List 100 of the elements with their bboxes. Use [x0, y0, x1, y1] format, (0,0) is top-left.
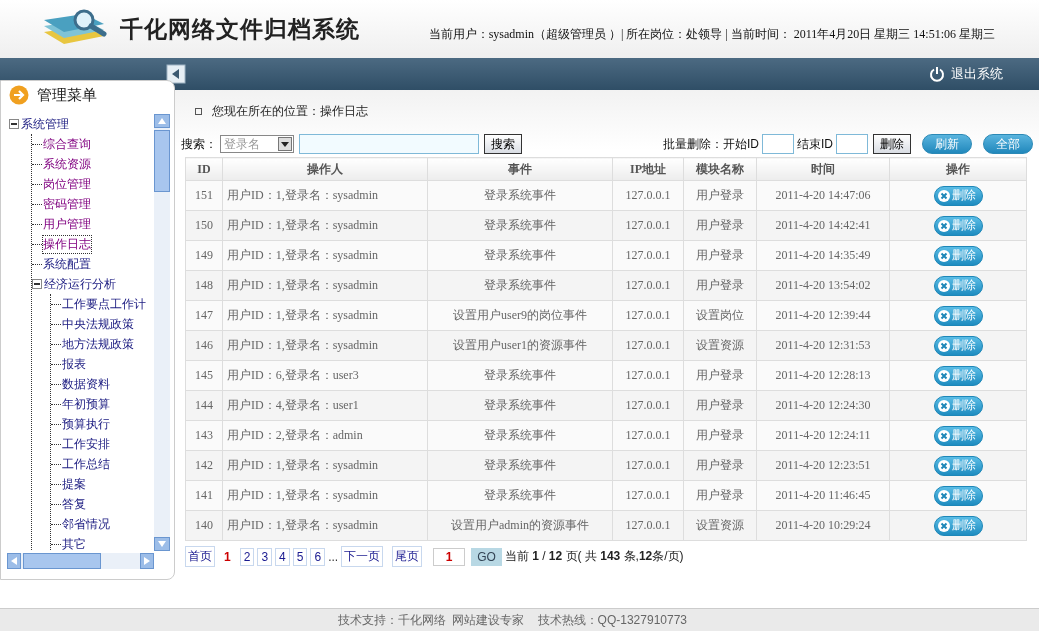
tree-item[interactable]: 系统配置 — [43, 255, 91, 273]
start-id-label: 批量删除：开始ID — [663, 135, 759, 153]
tree-item[interactable]: 密码管理 — [43, 195, 91, 213]
start-id-field[interactable] — [762, 134, 794, 154]
tree-item[interactable]: 综合查询 — [43, 135, 91, 153]
close-icon — [937, 279, 950, 292]
batch-delete-button[interactable]: 删除 — [873, 134, 911, 154]
close-icon — [937, 489, 950, 502]
close-icon — [937, 369, 950, 382]
tree-item[interactable]: 地方法规政策 — [62, 335, 134, 353]
table-cell: 设置用户admin的资源事件 — [427, 510, 613, 541]
table-cell: 144 — [185, 390, 223, 421]
scroll-up-icon[interactable] — [158, 118, 166, 124]
table-cell: 2011-4-20 12:39:44 — [756, 300, 890, 331]
collapse-icon[interactable] — [166, 64, 186, 84]
first-page-link[interactable]: 首页 — [185, 546, 215, 567]
table-cell: 127.0.0.1 — [612, 180, 684, 211]
table-cell: 用户登录 — [683, 420, 757, 451]
tree-item[interactable]: 用户管理 — [43, 215, 91, 233]
table-cell: 2011-4-20 14:35:49 — [756, 240, 890, 271]
tree-item[interactable]: 年初预算 — [62, 395, 110, 413]
tree-item[interactable]: 系统资源 — [43, 155, 91, 173]
scroll-thumb[interactable] — [23, 553, 101, 569]
table-cell: 登录系统事件 — [427, 480, 613, 511]
table-cell: 登录系统事件 — [427, 390, 613, 421]
table-cell: 127.0.0.1 — [612, 300, 684, 331]
table-cell: 2011-4-20 14:42:41 — [756, 210, 890, 241]
page-link[interactable]: 5 — [292, 547, 308, 566]
tree-item[interactable]: 其它 — [62, 535, 86, 551]
table-cell: 127.0.0.1 — [612, 510, 684, 541]
app-title: 千化网络文件归档系统 — [120, 14, 360, 44]
tree-item[interactable]: 数据资料 — [62, 375, 110, 393]
table-cell: 用户ID：2,登录名：admin — [222, 420, 428, 451]
collapse-toggle-icon[interactable] — [32, 279, 42, 289]
scroll-thumb[interactable] — [154, 130, 170, 192]
last-page-link[interactable]: 尾页 — [392, 546, 423, 567]
tree-item[interactable]: 中央法规政策 — [62, 315, 134, 333]
table-cell: 2011-4-20 12:23:51 — [756, 450, 890, 481]
table-cell: 145 — [185, 360, 223, 391]
table-cell: 登录系统事件 — [427, 210, 613, 241]
table-cell: 用户登录 — [683, 210, 757, 241]
tree-item[interactable]: 系统管理 — [21, 115, 69, 133]
table-cell: 2011-4-20 12:28:13 — [756, 360, 890, 391]
collapse-toggle-icon[interactable] — [9, 119, 19, 129]
table-cell: 151 — [185, 180, 223, 211]
end-id-field[interactable] — [836, 134, 868, 154]
close-icon — [937, 309, 950, 322]
page-link[interactable]: 2 — [239, 547, 255, 566]
page-link[interactable]: 3 — [257, 547, 273, 566]
search-field[interactable] — [299, 134, 479, 154]
table-cell: 用户ID：1,登录名：sysadmin — [222, 270, 428, 301]
table-cell: 登录系统事件 — [427, 240, 613, 271]
table-cell: 用户ID：1,登录名：sysadmin — [222, 450, 428, 481]
scroll-down-icon[interactable] — [158, 541, 166, 547]
menu-title: 管理菜单 — [37, 85, 97, 105]
table-cell: 127.0.0.1 — [612, 480, 684, 511]
vertical-scrollbar[interactable] — [154, 114, 170, 551]
power-icon — [929, 66, 945, 82]
page-link[interactable]: 6 — [310, 547, 326, 566]
table-cell: 127.0.0.1 — [612, 390, 684, 421]
table-cell: 150 — [185, 210, 223, 241]
table-cell: 127.0.0.1 — [612, 210, 684, 241]
tree-item[interactable]: 报表 — [62, 355, 86, 373]
table-cell: 用户ID：1,登录名：sysadmin — [222, 300, 428, 331]
table-cell: 140 — [185, 510, 223, 541]
table-cell: 用户ID：1,登录名：sysadmin — [222, 240, 428, 271]
ellipsis: ... — [328, 549, 339, 564]
logout-link[interactable]: 退出系统 — [929, 65, 1003, 83]
tree-item[interactable]: 工作要点工作计 — [62, 295, 146, 313]
tree-item[interactable]: 预算执行 — [62, 415, 110, 433]
table-cell: 146 — [185, 330, 223, 361]
table-cell: 用户登录 — [683, 270, 757, 301]
tree-item[interactable]: 提案 — [62, 475, 86, 493]
search-button[interactable]: 搜索 — [484, 134, 522, 154]
breadcrumb: 您现在所在的位置：操作日志 — [212, 102, 368, 120]
go-button[interactable]: GO — [471, 547, 502, 566]
table-cell: 2011-4-20 12:31:53 — [756, 330, 890, 361]
tree-item[interactable]: 工作总结 — [62, 455, 110, 473]
tree-item[interactable]: 工作安排 — [62, 435, 110, 453]
horizontal-scrollbar[interactable] — [7, 553, 154, 569]
scroll-right-icon[interactable] — [144, 557, 150, 565]
table-cell: 用户登录 — [683, 180, 757, 211]
table-cell: 用户ID：1,登录名：sysadmin — [222, 210, 428, 241]
close-icon — [937, 399, 950, 412]
page-input[interactable]: 1 — [433, 547, 466, 566]
column-header: ID — [185, 157, 223, 181]
table-cell: 127.0.0.1 — [612, 270, 684, 301]
tree-item[interactable]: 操作日志 — [43, 235, 91, 253]
table-cell: 用户登录 — [683, 360, 757, 391]
close-icon — [937, 519, 950, 532]
table-cell: 设置用户user1的资源事件 — [427, 330, 613, 361]
table-cell: 127.0.0.1 — [612, 420, 684, 451]
next-page-link[interactable]: 下一页 — [341, 546, 384, 567]
tree-item[interactable]: 答复 — [62, 495, 86, 513]
scroll-left-icon[interactable] — [11, 557, 17, 565]
table-cell: 用户登录 — [683, 450, 757, 481]
tree-item[interactable]: 岗位管理 — [43, 175, 91, 193]
tree-item[interactable]: 经济运行分析 — [44, 275, 116, 293]
page-link[interactable]: 4 — [275, 547, 290, 566]
tree-item[interactable]: 邻省情况 — [62, 515, 110, 533]
